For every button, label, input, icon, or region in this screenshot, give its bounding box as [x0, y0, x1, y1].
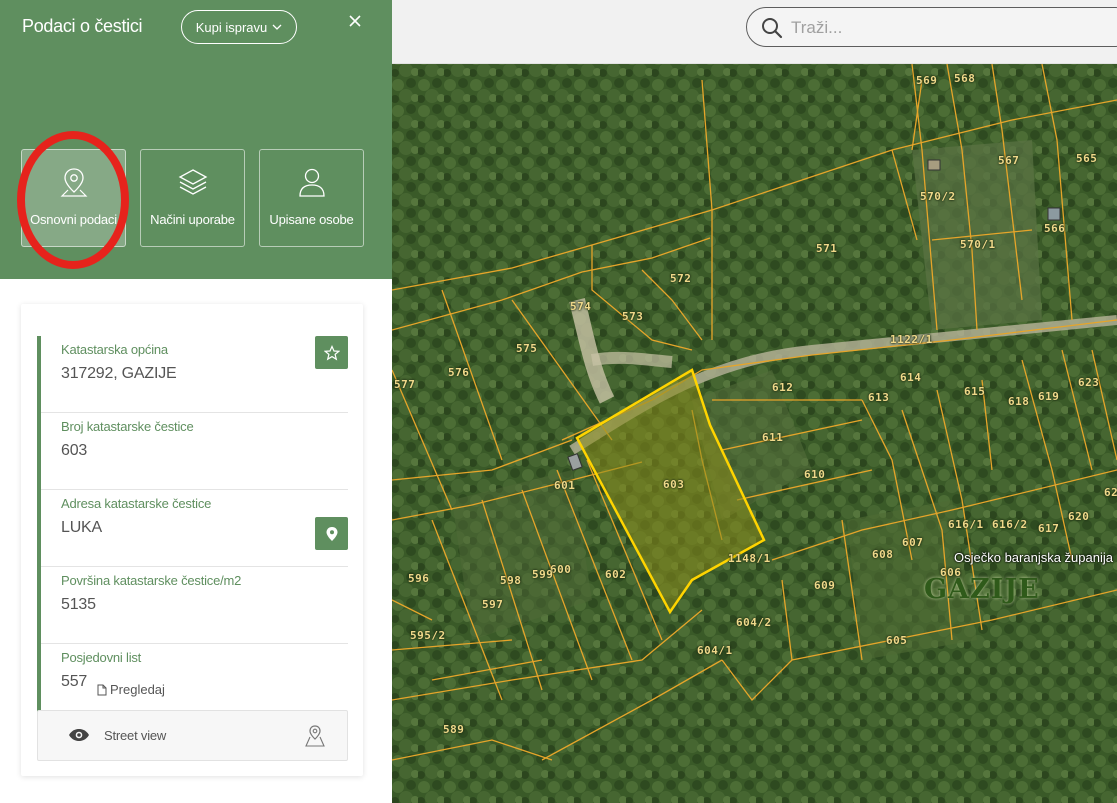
street-view-label: Street view — [104, 728, 167, 743]
field-value: 5135 — [61, 596, 96, 613]
parcel-label: 610 — [804, 468, 826, 481]
parcel-label: 613 — [868, 391, 890, 404]
tab-registered-persons[interactable]: Upisane osobe — [259, 149, 364, 247]
field-value: LUKA — [61, 519, 102, 536]
panel-title: Podaci o čestici — [22, 16, 143, 36]
parcel-label: 602 — [605, 568, 627, 581]
parcel-label: 601 — [554, 479, 576, 492]
parcel-label: 599 — [532, 568, 554, 581]
parcel-label: 598 — [500, 574, 522, 587]
parcel-label: 604/1 — [697, 644, 733, 657]
parcel-label: 605 — [886, 634, 908, 647]
field-value: 557 — [61, 673, 88, 690]
field-label: Posjedovni list — [61, 650, 142, 665]
document-icon — [97, 684, 107, 695]
parcel-label: 576 — [448, 366, 470, 379]
parcel-label: 565 — [1076, 152, 1098, 165]
parcel-label: 604/2 — [736, 616, 772, 629]
parcel-label: 572 — [670, 272, 692, 285]
field-cadastral-municipality: Katastarska općina 317292, GAZIJE — [41, 336, 348, 413]
map-toolbar: Traži... — [392, 0, 1117, 64]
parcel-label: 567 — [998, 154, 1020, 167]
parcel-label: 597 — [482, 598, 504, 611]
parcel-label: 617 — [1038, 522, 1060, 535]
place-name-label: GAZIJE — [924, 574, 1040, 605]
field-label: Katastarska općina — [61, 342, 168, 357]
search-box[interactable]: Traži... — [746, 7, 1117, 47]
field-label: Površina katastarske čestice/m2 — [61, 573, 242, 588]
parcel-label: 62 — [1104, 486, 1117, 499]
parcel-label: 608 — [872, 548, 894, 561]
search-input[interactable]: Traži... — [791, 18, 842, 38]
parcel-label: 620 — [1068, 510, 1090, 523]
parcel-label: 614 — [900, 371, 922, 384]
field-label: Adresa katastarske čestice — [61, 496, 212, 511]
locate-on-map-button[interactable] — [315, 517, 348, 550]
parcel-label: 569 — [916, 74, 938, 87]
parcel-label: 595/2 — [410, 629, 446, 642]
parcel-label: 623 — [1078, 376, 1100, 389]
parcel-label: 566 — [1044, 222, 1066, 235]
eye-icon — [69, 729, 89, 741]
highlight-annotation-circle — [17, 131, 129, 269]
view-ownership-sheet-link[interactable]: Pregledaj — [97, 682, 165, 697]
view-link-label: Pregledaj — [110, 682, 165, 697]
parcel-label: 603 — [663, 478, 685, 491]
close-icon[interactable] — [344, 10, 366, 32]
parcel-label: 609 — [814, 579, 836, 592]
county-name-label: Osječko baranjska županija — [954, 550, 1113, 565]
field-parcel-address: Adresa katastarske čestice LUKA — [41, 490, 348, 567]
parcel-label: 612 — [772, 381, 794, 394]
person-icon — [298, 168, 325, 197]
field-value: 603 — [61, 442, 88, 459]
parcel-label: 589 — [443, 723, 465, 736]
parcel-fields-list: Katastarska općina 317292, GAZIJE Broj k… — [37, 336, 348, 721]
map-location-icon — [305, 725, 325, 747]
map-view[interactable]: 569 568 567 565 570/2 566 570/1 571 572 … — [392, 0, 1117, 803]
location-marker-icon — [326, 526, 337, 541]
parcel-label: 574 — [570, 300, 592, 313]
parcel-label: 619 — [1038, 390, 1060, 403]
search-icon — [762, 18, 783, 39]
tab-label: Upisane osobe — [269, 212, 354, 227]
field-label: Broj katastarske čestice — [61, 419, 194, 434]
parcel-label: 596 — [408, 572, 430, 585]
favorite-button[interactable] — [315, 336, 348, 369]
field-parcel-number: Broj katastarske čestice 603 — [41, 413, 348, 490]
parcel-label: 607 — [902, 536, 924, 549]
tab-usage-types[interactable]: Načini uporabe — [140, 149, 245, 247]
parcel-label: 570/1 — [960, 238, 996, 251]
parcel-label: 570/2 — [920, 190, 956, 203]
tab-label: Načini uporabe — [150, 212, 235, 227]
parcel-label: 615 — [964, 385, 986, 398]
parcel-label: 575 — [516, 342, 538, 355]
parcel-label: 573 — [622, 310, 644, 323]
field-parcel-area: Površina katastarske čestice/m2 5135 — [41, 567, 348, 644]
parcel-label: 577 — [394, 378, 416, 391]
chevron-down-icon — [272, 24, 282, 30]
street-view-button[interactable]: Street view — [37, 710, 348, 761]
buy-document-button[interactable]: Kupi ispravu — [181, 10, 297, 44]
star-icon — [323, 344, 340, 360]
parcel-info-panel: Podaci o čestici Kupi ispravu Osnovni po… — [0, 0, 392, 803]
parcel-label: 568 — [954, 72, 976, 85]
parcel-label: 616/1 — [948, 518, 984, 531]
parcel-label: 1122/1 — [890, 333, 933, 346]
parcel-details-card: Katastarska općina 317292, GAZIJE Broj k… — [21, 304, 363, 776]
parcel-label: 618 — [1008, 395, 1030, 408]
buy-document-label: Kupi ispravu — [195, 19, 268, 35]
parcel-label: 616/2 — [992, 518, 1028, 531]
parcel-label: 611 — [762, 431, 784, 444]
layers-icon — [178, 169, 207, 195]
field-value: 317292, GAZIJE — [61, 365, 177, 382]
parcel-label: 1148/1 — [728, 552, 771, 565]
parcel-label: 571 — [816, 242, 838, 255]
